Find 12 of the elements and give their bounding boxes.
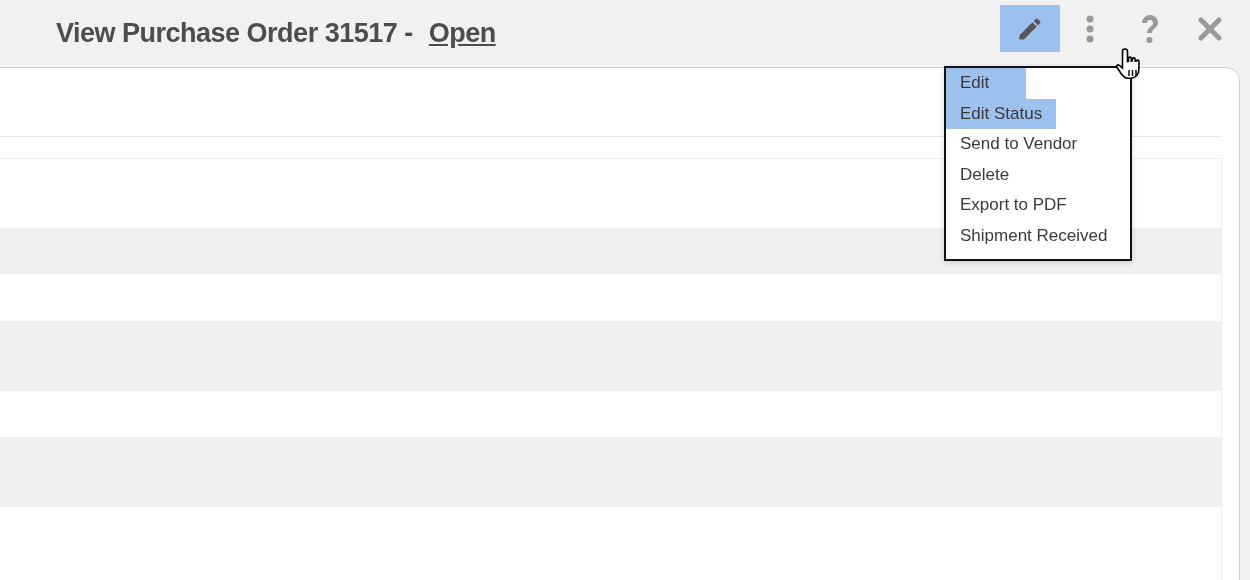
more-icon [1085,14,1095,43]
menu-item[interactable]: Edit [946,68,1026,99]
status-link[interactable]: Open [428,18,496,49]
menu-item[interactable]: Shipment Received [946,220,1122,251]
close-icon [1198,16,1222,41]
menu-item[interactable]: Export to PDF [946,190,1081,221]
edit-button[interactable] [1000,5,1060,52]
menu-item[interactable]: Edit Status [946,98,1057,129]
menu-item[interactable]: Delete [946,159,1026,190]
page-title: View Purchase Order 31517 - [56,18,413,49]
help-icon [1139,13,1161,44]
menu-item[interactable]: Send to Vendor [946,129,1092,160]
